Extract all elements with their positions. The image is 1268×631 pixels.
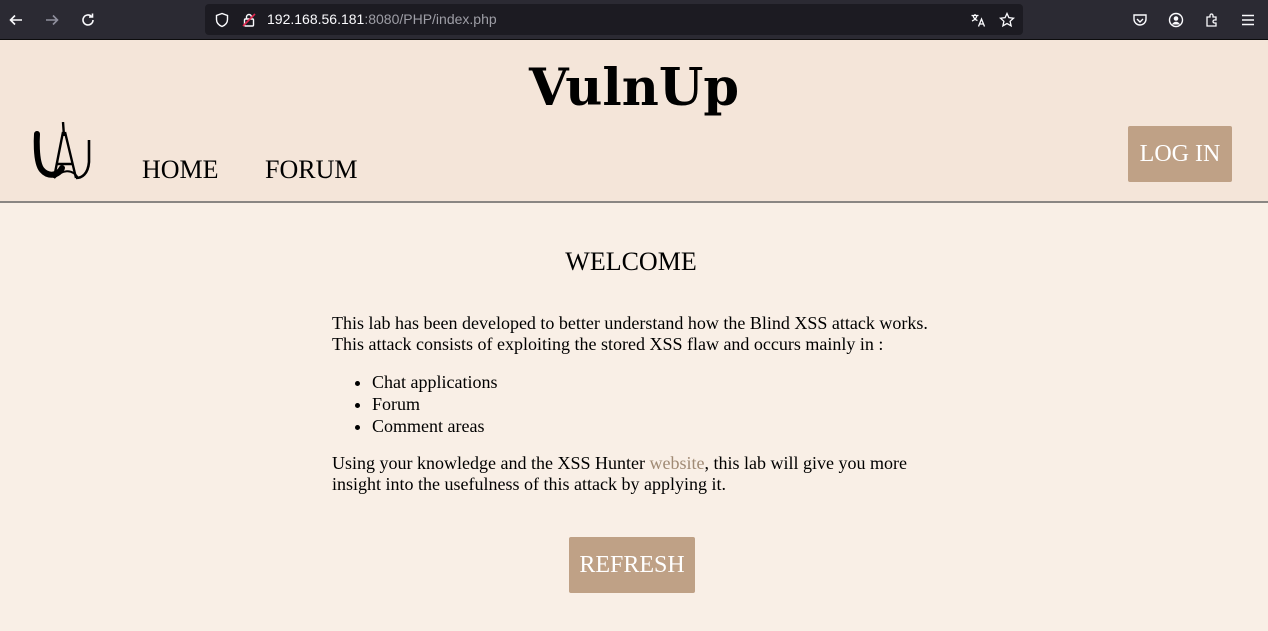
- intro-content: This lab has been developed to better un…: [332, 313, 952, 495]
- xss-hunter-link[interactable]: website: [649, 453, 704, 473]
- site-title: VulnUp: [529, 58, 739, 118]
- nav-home[interactable]: HOME: [142, 155, 219, 185]
- site-header: VulnUp HOME FORUM LOG IN: [0, 40, 1268, 203]
- intro-line-2: This attack consists of exploiting the s…: [332, 334, 884, 354]
- list-item: Chat applications: [372, 371, 952, 393]
- bookmark-star-icon[interactable]: [998, 11, 1016, 29]
- lock-insecure-icon[interactable]: [240, 11, 258, 29]
- url-path: :8080/PHP/index.php: [364, 11, 497, 27]
- url-host: 192.168.56.181: [267, 11, 365, 27]
- url-text[interactable]: 192.168.56.181:8080/PHP/index.php: [267, 4, 497, 35]
- university-logo[interactable]: [32, 121, 94, 182]
- outro-paragraph: Using your knowledge and the XSS Hunter …: [332, 453, 952, 495]
- pocket-icon[interactable]: [1128, 8, 1152, 32]
- back-icon[interactable]: [4, 8, 28, 32]
- list-item: Comment areas: [372, 415, 952, 437]
- nav-forum[interactable]: FORUM: [265, 155, 357, 185]
- forward-icon[interactable]: [40, 8, 64, 32]
- reload-icon[interactable]: [76, 8, 100, 32]
- welcome-heading: WELCOME: [565, 247, 697, 276]
- outro-text-before: Using your knowledge and the XSS Hunter: [332, 453, 650, 473]
- translate-icon[interactable]: [969, 11, 987, 29]
- account-icon[interactable]: [1164, 8, 1188, 32]
- refresh-button[interactable]: REFRESH: [569, 537, 695, 593]
- list-item: Forum: [372, 393, 952, 415]
- login-button[interactable]: LOG IN: [1128, 126, 1232, 182]
- url-bar[interactable]: 192.168.56.181:8080/PHP/index.php: [205, 4, 1023, 35]
- menu-icon[interactable]: [1236, 8, 1260, 32]
- target-list: Chat applications Forum Comment areas: [372, 371, 952, 437]
- extensions-icon[interactable]: [1200, 8, 1224, 32]
- browser-toolbar: 192.168.56.181:8080/PHP/index.php: [0, 0, 1268, 40]
- shield-icon[interactable]: [213, 11, 231, 29]
- intro-line-1: This lab has been developed to better un…: [332, 313, 928, 333]
